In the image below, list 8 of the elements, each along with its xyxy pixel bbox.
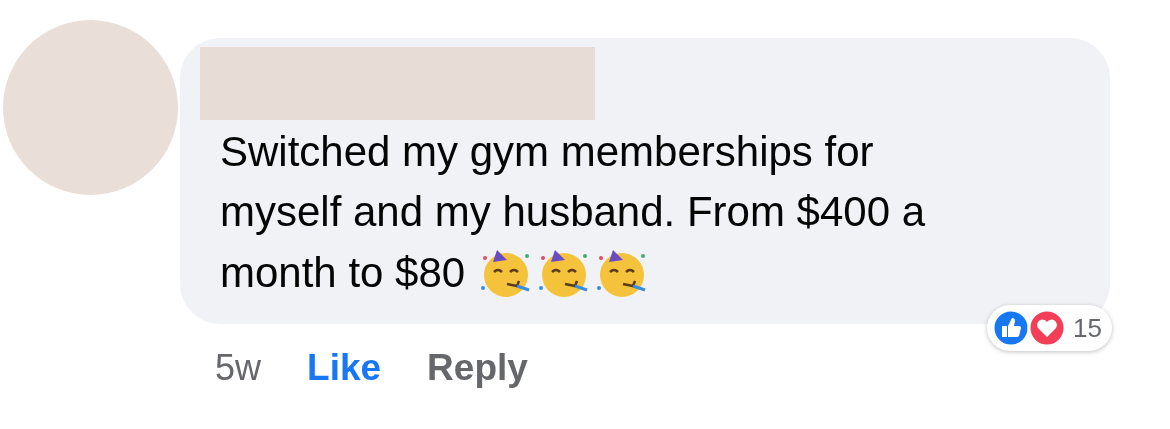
action-link[interactable]: Like: [307, 340, 382, 396]
timestamp: 5w: [215, 345, 262, 390]
comment-text: month to $80: [220, 248, 466, 298]
reaction-badge[interactable]: 15: [987, 305, 1112, 351]
comment-text: myself and my husband. From $400 a: [220, 187, 926, 237]
comment-text: Switched my gym memberships for: [220, 127, 874, 177]
action-link[interactable]: Reply: [427, 340, 528, 396]
reaction-count: 15: [1073, 311, 1102, 345]
